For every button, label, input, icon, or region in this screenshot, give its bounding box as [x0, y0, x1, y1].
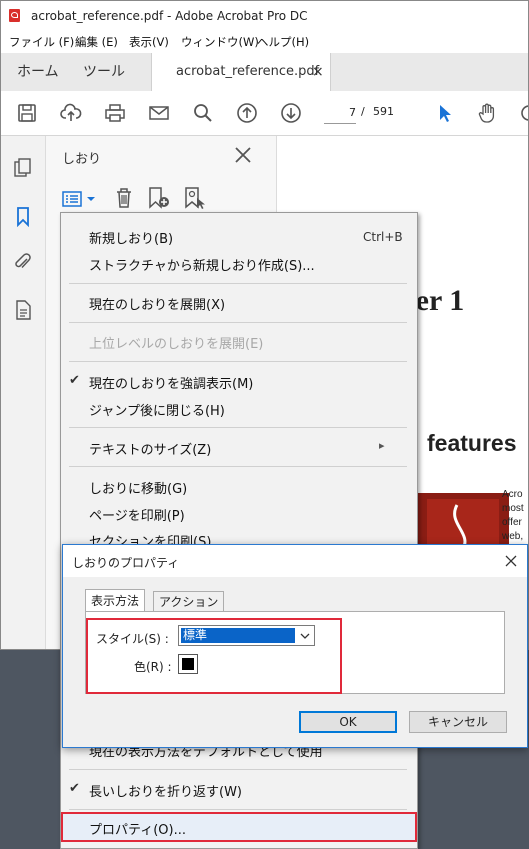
menu-item-highlight-current[interactable]: 現在のしおりを強調表示(M): [89, 373, 253, 392]
dialog-title-bar: しおりのプロパティ: [63, 545, 527, 577]
menu-separator: [69, 283, 407, 284]
close-icon[interactable]: [232, 144, 254, 166]
previous-page-icon[interactable]: [233, 99, 261, 127]
cloud-upload-icon[interactable]: [57, 99, 85, 127]
menu-bar: ファイル (F) 編集 (E) 表示(V) ウィンドウ(W) ヘルプ(H): [1, 31, 528, 53]
page-separator: /: [361, 105, 365, 118]
acrobat-app-icon: [9, 9, 20, 22]
menu-file[interactable]: ファイル (F): [9, 34, 74, 50]
tab-bar: ホーム ツール acrobat_reference.pdf ×: [1, 53, 528, 92]
tab-home[interactable]: ホーム: [17, 53, 59, 91]
tab-tools[interactable]: ツール: [83, 53, 125, 91]
checkmark-icon: ✔: [69, 781, 80, 796]
menu-item-wrap-long-bookmarks[interactable]: 長いしおりを折り返す(W): [89, 781, 242, 800]
ok-button[interactable]: OK: [299, 711, 397, 733]
doc-side-text: Acro most offer web,: [502, 489, 524, 542]
menu-separator: [69, 809, 407, 810]
hand-tool-icon[interactable]: [473, 99, 501, 127]
menu-item-new-from-structure[interactable]: ストラクチャから新規しおり作成(S)...: [89, 255, 315, 274]
dialog-tab-panel: スタイル(S) : 標準 色(R) :: [85, 611, 505, 694]
menu-separator: [69, 322, 407, 323]
menu-help[interactable]: ヘルプ(H): [257, 34, 309, 50]
toolbar: 7 / 591: [1, 91, 528, 136]
doc-heading-features: features: [427, 430, 517, 456]
cancel-button[interactable]: キャンセル: [409, 711, 507, 733]
new-bookmark-icon[interactable]: [146, 186, 172, 210]
tab-document[interactable]: acrobat_reference.pdf ×: [151, 53, 331, 92]
tab-document-label: acrobat_reference.pdf: [176, 64, 320, 79]
menu-separator: [69, 466, 407, 467]
menu-item-new-bookmark[interactable]: 新規しおり(B): [89, 228, 173, 247]
menu-item-properties-highlight[interactable]: プロパティ(O)...: [61, 812, 417, 842]
document-icon[interactable]: [11, 298, 35, 322]
bookmark-properties-dialog: しおりのプロパティ 表示方法 アクション スタイル(S) : 標準 色(R) :…: [62, 544, 528, 748]
next-page-icon[interactable]: [277, 99, 305, 127]
zoom-icon[interactable]: [515, 99, 528, 127]
menu-item-text-size[interactable]: テキストのサイズ(Z): [89, 439, 211, 458]
close-icon[interactable]: [503, 553, 519, 569]
menu-item-print-pages[interactable]: ページを印刷(P): [89, 505, 185, 524]
submenu-arrow-icon: ▸: [379, 439, 385, 452]
save-icon[interactable]: [13, 99, 41, 127]
style-label: スタイル(S) :: [96, 632, 169, 646]
color-label: 色(R) :: [134, 660, 172, 674]
color-swatch: [182, 658, 194, 670]
menu-edit[interactable]: 編集 (E): [75, 34, 118, 50]
bookmark-options-menu: 新規しおり(B) Ctrl+B ストラクチャから新規しおり作成(S)... 現在…: [60, 212, 418, 849]
bookmark-icon[interactable]: [11, 204, 35, 228]
style-select-value: 標準: [181, 628, 295, 643]
search-icon[interactable]: [189, 99, 217, 127]
dialog-title: しおりのプロパティ: [72, 556, 180, 570]
window-title: acrobat_reference.pdf - Adobe Acrobat Pr…: [31, 9, 308, 23]
color-picker[interactable]: [178, 654, 198, 674]
tab-actions[interactable]: アクション: [153, 591, 225, 611]
tab-close-icon[interactable]: ×: [312, 53, 324, 91]
checkmark-icon: ✔: [69, 373, 80, 388]
left-nav-rail: [1, 136, 46, 649]
menu-item-properties[interactable]: プロパティ(O)...: [89, 819, 186, 838]
select-cursor-icon[interactable]: [431, 99, 459, 127]
menu-item-expand-top-level: 上位レベルのしおりを展開(E): [89, 337, 264, 352]
attachment-icon[interactable]: [11, 250, 35, 274]
page-thumbnails-icon[interactable]: [11, 156, 35, 180]
mail-icon[interactable]: [145, 99, 173, 127]
menu-item-go-to-bookmark[interactable]: しおりに移動(G): [89, 478, 187, 497]
style-select[interactable]: 標準: [178, 625, 315, 646]
menu-window[interactable]: ウィンドウ(W): [181, 34, 259, 50]
chevron-down-icon: [297, 628, 313, 643]
page-number-input[interactable]: 7: [324, 103, 356, 124]
bookmarks-panel-title: しおり: [62, 152, 102, 167]
menu-item-close-after-jump[interactable]: ジャンプ後に閉じる(H): [89, 400, 225, 419]
menu-item-expand-current[interactable]: 現在のしおりを展開(X): [89, 294, 225, 313]
menu-view[interactable]: 表示(V): [129, 34, 169, 50]
options-menu-icon[interactable]: [62, 188, 98, 210]
print-icon[interactable]: [101, 99, 129, 127]
menu-separator: [69, 769, 407, 770]
trash-icon[interactable]: [112, 186, 136, 210]
menu-separator: [69, 361, 407, 362]
menu-separator: [69, 427, 407, 428]
tab-display-settings[interactable]: 表示方法: [85, 589, 146, 612]
title-bar: acrobat_reference.pdf - Adobe Acrobat Pr…: [1, 1, 528, 31]
bookmark-from-structure-icon[interactable]: [182, 186, 208, 210]
page-total: 591: [373, 105, 394, 118]
menu-item-new-bookmark-shortcut: Ctrl+B: [363, 230, 403, 244]
